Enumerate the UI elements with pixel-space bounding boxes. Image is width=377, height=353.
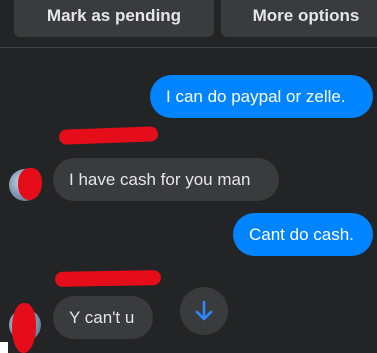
incoming-message[interactable]: I have cash for you man [53, 158, 279, 201]
incoming-message[interactable]: Y can't u [53, 296, 153, 339]
redacted-sender-name [58, 126, 159, 145]
arrow-down-icon [195, 300, 213, 321]
redacted-avatar-mark [12, 303, 36, 353]
composer-edge [0, 342, 8, 353]
outgoing-message[interactable]: Cant do cash. [233, 213, 373, 256]
mark-as-pending-button[interactable]: Mark as pending [14, 0, 214, 37]
marketplace-chat-view: Mark as pending More options I can do pa… [0, 0, 377, 353]
more-options-button[interactable]: More options [221, 0, 377, 37]
redacted-avatar-mark [18, 168, 42, 200]
redacted-sender-name [54, 270, 162, 287]
scroll-to-bottom-button[interactable] [180, 287, 228, 335]
header-divider [0, 47, 377, 48]
outgoing-message[interactable]: I can do paypal or zelle. [150, 75, 373, 118]
